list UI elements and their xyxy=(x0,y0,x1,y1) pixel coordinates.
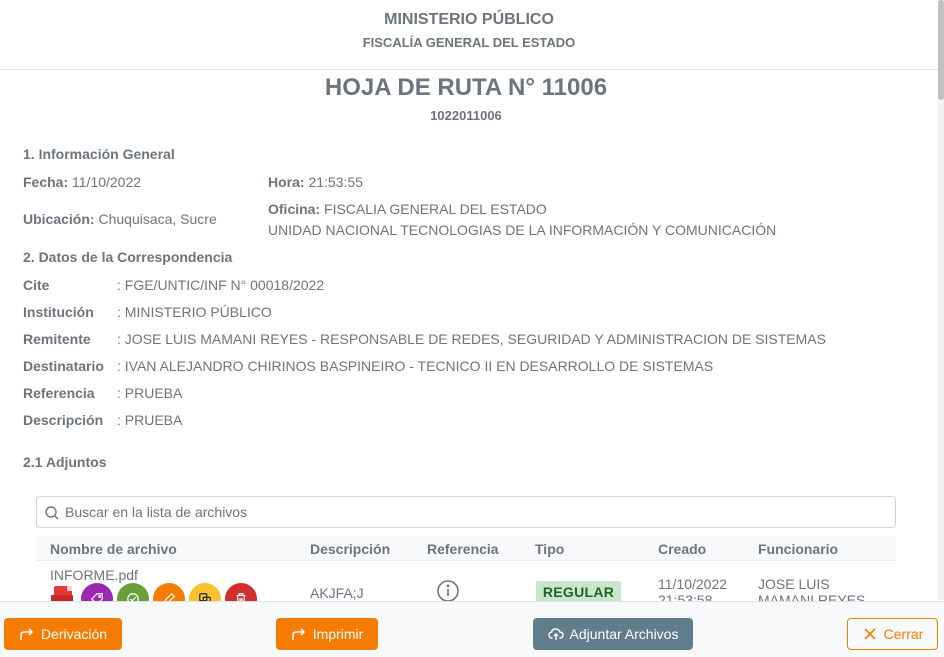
referencia-label: Referencia xyxy=(23,385,95,401)
fecha-field: Fecha: 11/10/2022 xyxy=(23,174,141,190)
share-arrow-icon xyxy=(291,628,305,640)
hora-value: 21:53:55 xyxy=(308,174,363,190)
scrollbar-thumb[interactable] xyxy=(938,0,944,100)
derivacion-button[interactable]: Derivación xyxy=(4,618,122,650)
adjuntar-button[interactable]: Adjuntar Archivos xyxy=(533,618,693,650)
destinatario-label: Destinatario xyxy=(23,358,104,374)
col-creado[interactable]: Creado xyxy=(658,541,706,557)
ubicacion-value: Chuquisaca, Sucre xyxy=(98,211,217,227)
hora-label: Hora: xyxy=(268,174,305,190)
search-icon xyxy=(45,506,59,520)
hora-field: Hora: 21:53:55 xyxy=(268,174,363,190)
ubicacion-field: Ubicación: Chuquisaca, Sucre xyxy=(23,211,217,227)
col-funcionario[interactable]: Funcionario xyxy=(758,541,838,557)
unidad-value: UNIDAD NACIONAL TECNOLOGIAS DE LA INFORM… xyxy=(268,222,777,238)
derivacion-label: Derivación xyxy=(40,626,108,642)
descripcion-value: : PRUEBA xyxy=(117,412,183,428)
search-input[interactable] xyxy=(65,501,885,523)
close-icon xyxy=(864,628,876,640)
oficina-field: Oficina: FISCALIA GENERAL DEL ESTADO xyxy=(268,201,547,217)
adjuntar-label: Adjuntar Archivos xyxy=(569,626,679,642)
dialog-footer: Derivación Imprimir Adjuntar Archivos Ce… xyxy=(0,601,944,657)
dialog-header: MINISTERIO PÚBLICO FISCALÍA GENERAL DEL … xyxy=(0,0,938,70)
remitente-value: : JOSE LUIS MAMANI REYES - RESPONSABLE D… xyxy=(117,331,826,347)
ubicacion-label: Ubicación: xyxy=(23,211,95,227)
scrollbar[interactable] xyxy=(938,0,944,600)
section-attachments: 2.1 Adjuntos xyxy=(23,454,107,470)
oficina-label: Oficina: xyxy=(268,201,321,217)
cerrar-label: Cerrar xyxy=(883,626,924,642)
col-tipo[interactable]: Tipo xyxy=(535,541,564,557)
cite-value: : FGE/UNTIC/INF N° 00018/2022 xyxy=(117,277,325,293)
status-badge: REGULAR xyxy=(536,581,621,603)
remitente-label: Remitente xyxy=(23,331,91,347)
fecha-value: 11/10/2022 xyxy=(72,174,142,190)
col-referencia[interactable]: Referencia xyxy=(427,541,499,557)
fecha-label: Fecha: xyxy=(23,174,69,190)
cloud-upload-icon xyxy=(547,628,564,640)
document-code: 1022011006 xyxy=(430,108,502,123)
share-arrow-icon xyxy=(20,628,33,640)
org-subtitle: FISCALÍA GENERAL DEL ESTADO xyxy=(362,35,576,50)
org-name: MINISTERIO PÚBLICO xyxy=(384,11,554,28)
destinatario-value: : IVAN ALEJANDRO CHIRINOS BASPINEIRO - T… xyxy=(117,358,714,374)
file-description: AKJFA;J xyxy=(310,585,364,601)
referencia-value: : PRUEBA xyxy=(117,385,183,401)
col-nombre[interactable]: Nombre de archivo xyxy=(50,541,177,557)
info-icon[interactable] xyxy=(436,579,460,603)
cerrar-button[interactable]: Cerrar xyxy=(847,618,938,650)
funcionario-line-1: JOSE LUIS xyxy=(758,576,830,592)
attachment-search xyxy=(36,496,896,528)
institucion-value: : MINISTERIO PÚBLICO xyxy=(117,304,272,320)
section-correspondence: 2. Datos de la Correspondencia xyxy=(23,249,233,265)
imprimir-label: Imprimir xyxy=(312,626,364,642)
descripcion-label: Descripción xyxy=(23,412,104,428)
imprimir-button[interactable]: Imprimir xyxy=(276,618,378,650)
institucion-label: Institución xyxy=(23,304,94,320)
table-header: Nombre de archivo Descripción Referencia… xyxy=(36,536,896,561)
created-date: 11/10/2022 xyxy=(658,576,728,592)
page-title: HOJA DE RUTA N° 11006 xyxy=(324,74,608,101)
cite-label: Cite xyxy=(23,277,50,293)
col-descripcion[interactable]: Descripción xyxy=(310,541,390,557)
section-general-info: 1. Información General xyxy=(23,146,175,162)
oficina-value: FISCALIA GENERAL DEL ESTADO xyxy=(324,201,547,217)
file-name: INFORME.pdf xyxy=(50,567,138,583)
